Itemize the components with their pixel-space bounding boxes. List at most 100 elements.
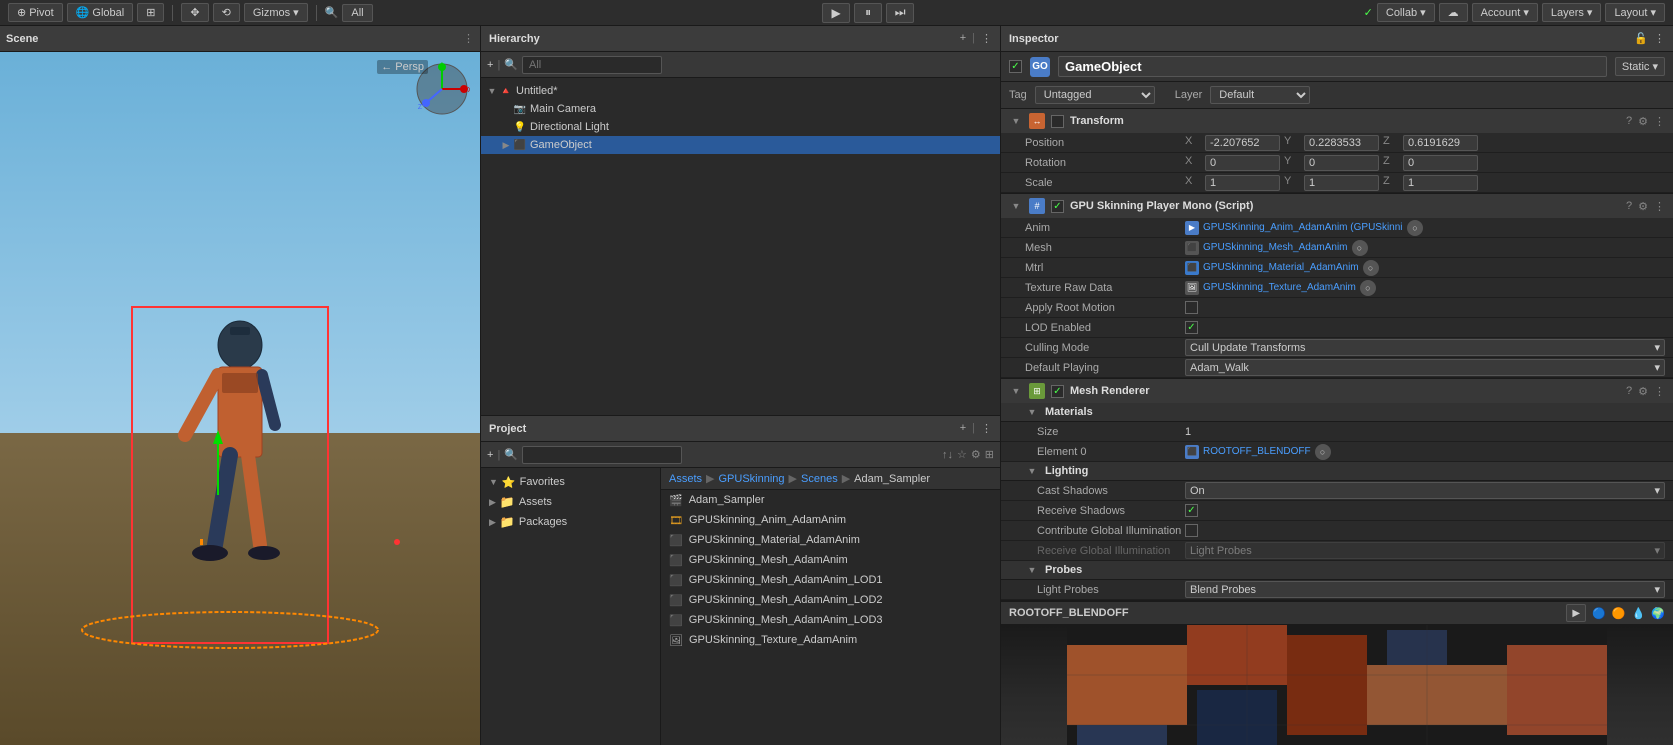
mesh-select-btn[interactable]: ○: [1352, 240, 1368, 256]
project-toolbar-icon4[interactable]: ⊞: [985, 448, 994, 461]
light-probes-dropdown[interactable]: Blend Probes ▾: [1185, 581, 1665, 598]
lod-enabled-checkbox[interactable]: ✓: [1185, 321, 1198, 334]
gpu-checkbox[interactable]: ✓: [1051, 200, 1064, 213]
inspector-menu-icon[interactable]: ⋮: [1654, 32, 1665, 45]
menu-icon[interactable]: ⋮: [1654, 115, 1665, 128]
transform-header[interactable]: ▼ ↔ Transform ? ⚙ ⋮: [1001, 109, 1673, 133]
apply-root-motion-checkbox[interactable]: [1185, 301, 1198, 314]
pos-x-input[interactable]: [1205, 135, 1280, 151]
transform-checkbox[interactable]: [1051, 115, 1064, 128]
tree-item-camera[interactable]: 📷 Main Camera: [481, 100, 1000, 118]
project-menu-icon[interactable]: ⋮: [981, 422, 992, 435]
rot-z-input[interactable]: [1403, 155, 1478, 171]
default-playing-dropdown[interactable]: Adam_Walk ▾: [1185, 359, 1665, 376]
cloud-button[interactable]: ☁: [1439, 3, 1468, 22]
scale-z-input[interactable]: [1403, 175, 1478, 191]
preview-icon1[interactable]: 🔵: [1592, 607, 1606, 620]
preview-play-btn[interactable]: ▶: [1566, 604, 1586, 622]
anim-select-btn[interactable]: ○: [1407, 220, 1423, 236]
project-toolbar-icon1[interactable]: ↑↓: [942, 449, 953, 461]
file-material[interactable]: ⬛ GPUSkinning_Material_AdamAnim: [661, 530, 1000, 550]
pivot-button[interactable]: ⊕ Pivot: [8, 3, 63, 22]
tree-item-gameobject[interactable]: ▶ ⬛ GameObject: [481, 136, 1000, 154]
gpu-help-icon[interactable]: ?: [1626, 200, 1632, 213]
breadcrumb-gpuskinning[interactable]: GPUSkinning: [718, 473, 784, 485]
gpu-menu-icon[interactable]: ⋮: [1654, 200, 1665, 213]
help-icon[interactable]: ?: [1626, 115, 1632, 128]
gizmos-button[interactable]: Gizmos ▾: [244, 3, 308, 22]
mesh-renderer-checkbox[interactable]: ✓: [1051, 385, 1064, 398]
gameobject-active-checkbox[interactable]: ✓: [1009, 60, 1022, 73]
culling-mode-dropdown[interactable]: Cull Update Transforms ▾: [1185, 339, 1665, 356]
rot-y-input[interactable]: [1304, 155, 1379, 171]
project-toolbar-icon3[interactable]: ⚙: [971, 448, 981, 461]
tag-dropdown[interactable]: Untagged: [1035, 86, 1155, 104]
pos-z-input[interactable]: [1403, 135, 1478, 151]
mesh-renderer-header[interactable]: ▼ ⊞ ✓ Mesh Renderer ? ⚙ ⋮: [1001, 379, 1673, 403]
cast-shadows-dropdown[interactable]: On ▾: [1185, 482, 1665, 499]
sidebar-assets[interactable]: ▶ 📁 Assets: [481, 492, 660, 512]
step-button[interactable]: ⏭: [886, 3, 914, 23]
file-anim[interactable]: 🎞 GPUSkinning_Anim_AdamAnim: [661, 510, 1000, 530]
file-adam-sampler[interactable]: 🎬 Adam_Sampler: [661, 490, 1000, 510]
project-search-input[interactable]: [522, 446, 682, 464]
contribute-gi-checkbox[interactable]: [1185, 524, 1198, 537]
static-button[interactable]: Static ▾: [1615, 57, 1665, 76]
gpu-script-header[interactable]: ▼ # ✓ GPU Skinning Player Mono (Script) …: [1001, 194, 1673, 218]
breadcrumb-scenes[interactable]: Scenes: [801, 473, 838, 485]
receive-gi-dropdown[interactable]: Light Probes ▾: [1185, 542, 1665, 559]
mtrl-select-btn[interactable]: ○: [1363, 260, 1379, 276]
account-button[interactable]: Account ▾: [1472, 3, 1538, 22]
rot-x-input[interactable]: [1205, 155, 1280, 171]
project-add-icon[interactable]: +: [960, 422, 966, 435]
layer-dropdown[interactable]: Default: [1210, 86, 1310, 104]
tree-item-light[interactable]: 💡 Directional Light: [481, 118, 1000, 136]
element0-select-btn[interactable]: ○: [1315, 444, 1331, 460]
inspector-lock-icon[interactable]: 🔓: [1634, 32, 1648, 45]
file-mesh-lod1[interactable]: ⬛ GPUSkinning_Mesh_AdamAnim_LOD1: [661, 570, 1000, 590]
scene-view[interactable]: Y X Z ← Persp: [0, 52, 480, 745]
scene-menu-icon[interactable]: ⋮: [463, 32, 474, 45]
mesh-label: Mesh: [1025, 242, 1185, 254]
sidebar-favorites[interactable]: ▼ ⭐ Favorites: [481, 472, 660, 492]
tree-item-scene[interactable]: ▼ 🔺 Untitled*: [481, 82, 1000, 100]
layers-button[interactable]: Layers ▾: [1542, 3, 1602, 22]
settings-icon[interactable]: ⚙: [1638, 115, 1648, 128]
hierarchy-menu-icon[interactable]: ⋮: [981, 32, 992, 45]
receive-shadows-checkbox[interactable]: ✓: [1185, 504, 1198, 517]
play-button[interactable]: ▶: [822, 3, 850, 23]
grid-button[interactable]: ⊞: [137, 3, 164, 22]
scale-y-input[interactable]: [1304, 175, 1379, 191]
gpu-settings-icon[interactable]: ⚙: [1638, 200, 1648, 213]
pos-y-input[interactable]: [1304, 135, 1379, 151]
breadcrumb-assets[interactable]: Assets: [669, 473, 702, 485]
hierarchy-add-btn[interactable]: +: [487, 59, 493, 71]
mesh-settings-icon[interactable]: ⚙: [1638, 385, 1648, 398]
preview-icon3[interactable]: 💧: [1632, 607, 1646, 620]
texture-select-btn[interactable]: ○: [1360, 280, 1376, 296]
preview-icon4[interactable]: 🌍: [1651, 607, 1665, 620]
file-mesh[interactable]: ⬛ GPUSkinning_Mesh_AdamAnim: [661, 550, 1000, 570]
sidebar-packages[interactable]: ▶ 📁 Packages: [481, 512, 660, 532]
hierarchy-add-icon[interactable]: +: [960, 32, 966, 45]
file-texture[interactable]: 🖼 GPUSkinning_Texture_AdamAnim: [661, 630, 1000, 650]
project-add-btn[interactable]: +: [487, 449, 493, 461]
mesh-help-icon[interactable]: ?: [1626, 385, 1632, 398]
scene-tab-label[interactable]: Scene: [6, 33, 38, 45]
pause-button[interactable]: ⏸: [854, 3, 882, 23]
gameobject-name-input[interactable]: [1058, 56, 1607, 77]
layout-button[interactable]: Layout ▾: [1605, 3, 1665, 22]
hierarchy-search[interactable]: [522, 56, 662, 74]
transform-move-button[interactable]: ✥: [181, 3, 208, 22]
global-button[interactable]: 🌐 Global: [67, 3, 134, 22]
preview-icon2[interactable]: 🟠: [1612, 607, 1626, 620]
project-toolbar-icon2[interactable]: ☆: [957, 448, 967, 461]
gameobject-bar: ✓ GO Static ▾: [1001, 52, 1673, 82]
transform-rotate-button[interactable]: ⟲: [213, 3, 240, 22]
file-mesh-lod3[interactable]: ⬛ GPUSkinning_Mesh_AdamAnim_LOD3: [661, 610, 1000, 630]
all-filter-button[interactable]: All: [342, 4, 372, 22]
mesh-menu-icon[interactable]: ⋮: [1654, 385, 1665, 398]
file-mesh-lod2[interactable]: ⬛ GPUSkinning_Mesh_AdamAnim_LOD2: [661, 590, 1000, 610]
collab-button[interactable]: Collab ▾: [1377, 3, 1435, 22]
scale-x-input[interactable]: [1205, 175, 1280, 191]
